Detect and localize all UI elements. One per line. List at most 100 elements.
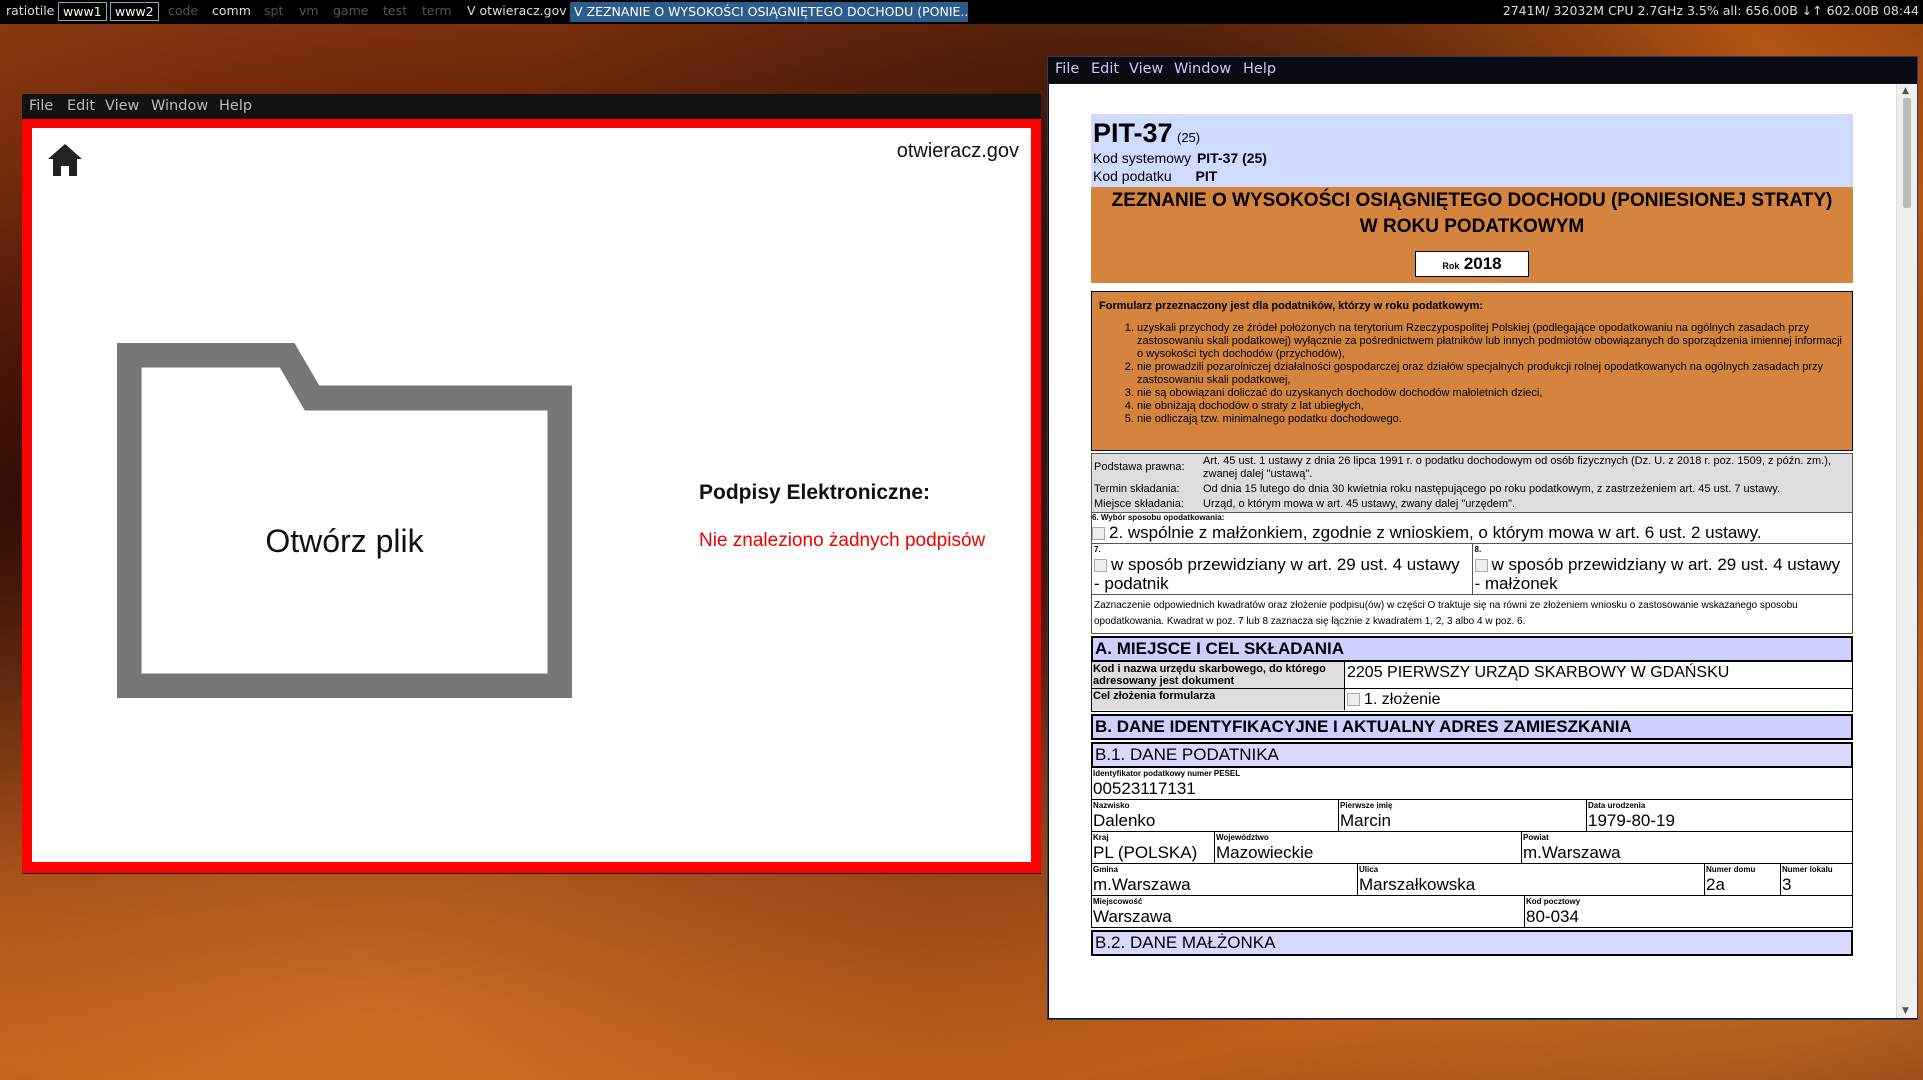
field-8-num: 8. xyxy=(1474,545,1482,554)
city-row: Miejscowość Warszawa Kod pocztowy 80-034 xyxy=(1091,896,1853,928)
checkbox-field-7[interactable] xyxy=(1094,559,1107,573)
purpose-row: Cel złożenia formularza 1. złożenie xyxy=(1091,689,1853,712)
form-header: PIT-37 (25) Kod systemowy PIT-37 (25) Ko… xyxy=(1091,114,1853,187)
name-row: Nazwisko Dalenko Pierwsze imię Marcin Data… xyxy=(1091,800,1853,832)
legal-info: Podstawa prawna: Art. 45 ust. 1 ustawy z … xyxy=(1091,453,1853,513)
window-title-otwieracz[interactable]: V otwieracz.gov xyxy=(467,3,567,18)
legal-label: Podstawa prawna: xyxy=(1094,461,1185,473)
city-field[interactable]: Miejscowość Warszawa xyxy=(1092,896,1524,927)
workspace-code[interactable]: code xyxy=(164,2,202,19)
taxation-note: Zaznaczenie odpowiednich kwadratów oraz … xyxy=(1091,595,1853,634)
window-title-active[interactable]: V ZEZNANIE O WYSOKOŚCI OSIĄGNIĘTEGO DOCH… xyxy=(570,2,968,22)
city-value: Warszawa xyxy=(1093,907,1172,926)
country-value: PL (POLSKA) xyxy=(1093,843,1198,862)
form-subtitle: W ROKU PODATKOWYM xyxy=(1359,216,1585,237)
street-field[interactable]: Ulica Marszałkowska xyxy=(1357,864,1704,895)
menu-window[interactable]: Window xyxy=(1174,61,1231,77)
section-b2-heading: B.2. DANE MAŁŻONKA xyxy=(1091,930,1853,956)
signatures-heading: Podpisy Elektroniczne: xyxy=(699,481,931,504)
street-row: Gmina m.Warszawa Ulica Marszałkowska Numer… xyxy=(1091,864,1853,896)
system-code: PIT-37 (25) xyxy=(1196,150,1267,166)
menu-help[interactable]: Help xyxy=(219,98,252,114)
pit37-form: PIT-37 (25) Kod systemowy PIT-37 (25) Ko… xyxy=(1091,114,1853,956)
menu-edit[interactable]: Edit xyxy=(1091,61,1119,77)
flat-number-value: 3 xyxy=(1782,875,1792,894)
workspace-www2[interactable]: www2 xyxy=(110,2,159,21)
house-number-field[interactable]: Numer domu 2a xyxy=(1704,864,1780,895)
menu-help[interactable]: Help xyxy=(1243,61,1276,77)
section-b1-heading: B.1. DANE PODATNIKA xyxy=(1091,742,1853,768)
menu-window[interactable]: Window xyxy=(151,98,208,114)
workspace-www1[interactable]: www1 xyxy=(58,2,107,21)
workspace-game[interactable]: game xyxy=(329,2,372,19)
menu-bar: File Edit View Window Help xyxy=(1048,57,1917,83)
tax-code: PIT xyxy=(1195,168,1218,184)
workspace-vm[interactable]: vm xyxy=(295,2,323,19)
county-label: Powiat xyxy=(1523,833,1549,842)
section-a-heading: A. MIEJSCE I CEL SKŁADANIA xyxy=(1091,636,1853,662)
pesel-value: 00523117131 xyxy=(1093,779,1196,798)
vertical-scrollbar[interactable]: ▲ ▼ xyxy=(1896,84,1917,1018)
system-status: 2741M/ 32032M CPU 2.7GHz 3.5% all: 656.0… xyxy=(1502,3,1919,18)
county-field[interactable]: Powiat m.Warszawa xyxy=(1521,832,1852,863)
signatures-status: Nie znaleziono żadnych podpisów xyxy=(699,530,986,551)
wm-name: ratiotile xyxy=(6,3,55,18)
menu-file[interactable]: File xyxy=(1055,61,1079,77)
form-version: (25) xyxy=(1177,130,1201,145)
legal-text: Art. 45 ust. 1 ustawy z dnia 26 lipca 19… xyxy=(1203,455,1831,480)
checkbox-purpose[interactable] xyxy=(1347,693,1360,707)
city-label: Miejscowość xyxy=(1093,897,1143,906)
scroll-up-arrow-icon[interactable]: ▲ xyxy=(1902,86,1909,96)
birthdate-field[interactable]: Data urodzenia 1979-80-19 xyxy=(1586,800,1852,831)
gmina-field[interactable]: Gmina m.Warszawa xyxy=(1092,864,1357,895)
purpose-value: 1. złożenie xyxy=(1364,691,1441,708)
menu-edit[interactable]: Edit xyxy=(67,98,95,114)
field-8: 8. w sposób przewidziany w art. 29 ust. … xyxy=(1471,544,1853,594)
app-content: otwieracz.gov Otwórz plik Podpisy Elektr… xyxy=(32,128,1031,862)
checkbox-field-8[interactable] xyxy=(1474,559,1488,573)
gmina-value: m.Warszawa xyxy=(1093,875,1191,894)
workspace-spt[interactable]: spt xyxy=(260,2,287,19)
zip-value: 80-034 xyxy=(1526,907,1579,926)
surname-field[interactable]: Nazwisko Dalenko xyxy=(1092,800,1338,831)
folder-icon xyxy=(116,342,573,699)
birthdate-value: 1979-80-19 xyxy=(1588,811,1675,830)
form-title-block: ZEZNANIE O WYSOKOŚCI OSIĄGNIĘTEGO DOCHOD… xyxy=(1091,187,1853,283)
country-field[interactable]: Kraj PL (POLSKA) xyxy=(1092,832,1214,863)
pesel-label: Identyfikator podatkowy numer PESEL xyxy=(1093,769,1241,778)
region-row: Kraj PL (POLSKA) Województwo Mazowieckie P… xyxy=(1091,832,1853,864)
pesel-field[interactable]: Identyfikator podatkowy numer PESEL 00523… xyxy=(1092,768,1852,799)
office-label: Kod i nazwa urzędu skarbowego, do któreg… xyxy=(1092,662,1345,688)
flat-number-field[interactable]: Numer lokalu 3 xyxy=(1780,864,1852,895)
open-file-button[interactable]: Otwórz plik xyxy=(116,342,573,699)
flat-number-label: Numer lokalu xyxy=(1782,865,1833,874)
menu-view[interactable]: View xyxy=(105,98,139,114)
eligibility-intro: Formularz przeznaczony jest dla podatnik… xyxy=(1099,300,1484,312)
checkbox-joint-taxation[interactable] xyxy=(1092,527,1105,541)
scroll-down-arrow-icon[interactable]: ▼ xyxy=(1902,1006,1909,1016)
street-label: Ulica xyxy=(1359,865,1379,874)
scroll-thumb[interactable] xyxy=(1903,98,1911,208)
field-6-value: 2. wspólnie z małżonkiem, zgodnie z wnio… xyxy=(1109,523,1762,542)
workspace-term[interactable]: term xyxy=(418,2,456,19)
workspace-test[interactable]: test xyxy=(379,2,411,19)
voivodeship-field[interactable]: Województwo Mazowieckie xyxy=(1214,832,1521,863)
menu-view[interactable]: View xyxy=(1129,61,1163,77)
document-view: PIT-37 (25) Kod systemowy PIT-37 (25) Ko… xyxy=(1049,84,1896,1018)
zip-label: Kod pocztowy xyxy=(1526,897,1581,906)
county-value: m.Warszawa xyxy=(1523,843,1621,862)
menu-file[interactable]: File xyxy=(29,98,53,114)
field-7-num: 7. xyxy=(1094,545,1101,554)
firstname-field[interactable]: Pierwsze imię Marcin xyxy=(1338,800,1586,831)
legal-label: Termin składania: xyxy=(1094,483,1180,495)
zip-field[interactable]: Kod pocztowy 80-034 xyxy=(1524,896,1852,927)
office-value[interactable]: 2205 PIERWSZY URZĄD SKARBOWY W GDAŃSKU xyxy=(1345,662,1852,688)
home-icon[interactable] xyxy=(46,142,84,178)
pit37-window: File Edit View Window Help PIT-37 (25) K… xyxy=(1047,56,1918,1020)
otwieracz-window: File Edit View Window Help otwieracz.gov… xyxy=(22,94,1041,874)
house-number-value: 2a xyxy=(1706,875,1725,894)
year-box: Rok 2018 xyxy=(1415,251,1529,277)
year-label: Rok xyxy=(1442,261,1460,271)
surname-value: Dalenko xyxy=(1093,811,1156,830)
workspace-comm[interactable]: comm xyxy=(208,2,255,19)
